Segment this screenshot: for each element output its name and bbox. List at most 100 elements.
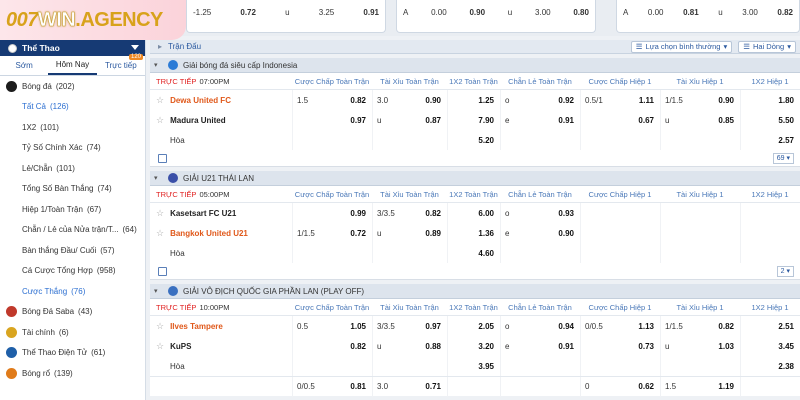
sidebar-item[interactable]: Bóng đá (202) bbox=[0, 76, 145, 97]
odds-cell[interactable]: 0 0.62 bbox=[580, 376, 660, 397]
odds-cell[interactable]: 1/1.5 0.82 bbox=[660, 316, 740, 336]
odds-value[interactable]: 0.93 bbox=[558, 209, 574, 218]
odds-cell[interactable]: 3.0 0.90 bbox=[372, 90, 447, 110]
odds-value[interactable]: 3.95 bbox=[452, 362, 494, 371]
odds-value[interactable]: 0.82 bbox=[425, 209, 441, 218]
odds-value[interactable]: 0.91 bbox=[558, 342, 574, 351]
odds-value[interactable]: 0.89 bbox=[425, 229, 441, 238]
odds-value[interactable]: 2.57 bbox=[745, 136, 794, 145]
favorite-star-icon[interactable]: ☆ bbox=[156, 341, 164, 352]
odds-value[interactable]: 0.88 bbox=[425, 342, 441, 351]
odds-value[interactable]: 0.67 bbox=[638, 116, 654, 125]
odds-cell[interactable]: 6.00 bbox=[447, 203, 500, 223]
sidebar-item[interactable]: Thể Thao Điện Tử (61) bbox=[0, 343, 145, 364]
odds-cell[interactable]: 2.51 bbox=[740, 316, 800, 336]
odds-cell[interactable]: u 0.87 bbox=[372, 110, 447, 130]
favorite-star-icon[interactable]: ☆ bbox=[156, 208, 164, 219]
odds-value[interactable]: 0.91 bbox=[558, 116, 574, 125]
odds-value[interactable]: 0.72 bbox=[240, 8, 256, 17]
odds-cell[interactable]: 0.5/1 1.11 bbox=[580, 90, 660, 110]
odds-value[interactable]: 7.90 bbox=[452, 116, 494, 125]
odds-cell[interactable]: 3.0 0.71 bbox=[372, 376, 447, 397]
odds-value[interactable]: 0.92 bbox=[558, 96, 574, 105]
odds-value[interactable]: 0.82 bbox=[718, 322, 734, 331]
odds-cell[interactable]: o 0.93 bbox=[500, 203, 580, 223]
tab-early[interactable]: Sớm bbox=[0, 56, 48, 75]
odds-value[interactable]: 4.60 bbox=[452, 249, 494, 258]
league-header[interactable]: ▾ GIẢI U21 THÁI LAN bbox=[150, 171, 800, 186]
odds-value[interactable]: 0.71 bbox=[425, 382, 441, 391]
tab-today[interactable]: Hôm Nay bbox=[48, 56, 97, 75]
odds-cell[interactable]: e 0.91 bbox=[500, 336, 580, 356]
collapse-icon[interactable] bbox=[131, 45, 139, 50]
odds-value[interactable]: 0.90 bbox=[469, 8, 485, 17]
odds-cell[interactable]: 0.99 bbox=[292, 203, 372, 223]
odds-cell[interactable]: 3.45 bbox=[740, 336, 800, 356]
favorite-star-icon[interactable]: ☆ bbox=[156, 228, 164, 239]
odds-value[interactable]: 0.90 bbox=[718, 96, 734, 105]
odds-value[interactable]: 0.90 bbox=[558, 229, 574, 238]
sidebar-item[interactable]: Bóng rổ (139) bbox=[0, 363, 145, 384]
odds-cell[interactable]: 3.20 bbox=[447, 336, 500, 356]
odds-cell[interactable]: 1/1.5 0.72 bbox=[292, 223, 372, 243]
favorite-star-icon[interactable]: ☆ bbox=[156, 95, 164, 106]
stats-icon[interactable] bbox=[158, 266, 167, 276]
odds-value[interactable]: 2.05 bbox=[452, 322, 494, 331]
odds-value[interactable]: 0.82 bbox=[350, 342, 366, 351]
top-odds-card-2[interactable]: A 0.00 0.90 u 3.00 0.80 bbox=[396, 0, 596, 33]
odds-value[interactable]: 0.99 bbox=[350, 209, 366, 218]
sort-select[interactable]: ☰ Lựa chọn bình thường ▾ bbox=[630, 40, 733, 53]
odds-cell[interactable]: 1.5 1.19 bbox=[660, 376, 740, 397]
odds-value[interactable]: 1.25 bbox=[452, 96, 494, 105]
odds-cell[interactable]: 1.5 0.82 bbox=[292, 90, 372, 110]
odds-value[interactable]: 0.94 bbox=[558, 322, 574, 331]
odds-cell[interactable]: 2.05 bbox=[447, 316, 500, 336]
sidebar-item[interactable]: Tài chính (6) bbox=[0, 322, 145, 343]
sidebar-item[interactable]: Bàn thắng Đầu/ Cuối (57) bbox=[0, 240, 145, 261]
odds-value[interactable]: 0.97 bbox=[350, 116, 366, 125]
odds-cell[interactable]: 3/3.5 0.82 bbox=[372, 203, 447, 223]
odds-cell[interactable]: 1.25 bbox=[447, 90, 500, 110]
odds-value[interactable]: 0.73 bbox=[638, 342, 654, 351]
odds-cell[interactable]: o 0.94 bbox=[500, 316, 580, 336]
odds-cell[interactable]: 2.57 bbox=[740, 130, 800, 150]
top-odds-card-1[interactable]: -1.25 0.72 u 3.25 0.91 bbox=[186, 0, 386, 33]
odds-cell[interactable] bbox=[740, 243, 800, 263]
favorite-star-icon[interactable]: ☆ bbox=[156, 115, 164, 126]
odds-value[interactable]: 0.91 bbox=[363, 8, 379, 17]
odds-value[interactable]: 3.45 bbox=[745, 342, 794, 351]
league-header[interactable]: ▾ GIẢI VÔ ĐỊCH QUỐC GIA PHẦN LAN (PLAY OF… bbox=[150, 284, 800, 299]
odds-value[interactable]: 0.85 bbox=[718, 116, 734, 125]
odds-value[interactable]: 0.82 bbox=[350, 96, 366, 105]
odds-value[interactable]: 2.38 bbox=[745, 362, 794, 371]
more-markets-button[interactable]: 2 ▾ bbox=[776, 265, 794, 277]
odds-value[interactable]: 2.51 bbox=[745, 322, 794, 331]
odds-value[interactable]: 6.00 bbox=[452, 209, 494, 218]
odds-cell[interactable]: o 0.92 bbox=[500, 90, 580, 110]
odds-value[interactable]: 5.20 bbox=[452, 136, 494, 145]
odds-value[interactable]: 3.20 bbox=[452, 342, 494, 351]
odds-value[interactable]: 1.11 bbox=[639, 96, 654, 105]
more-markets-button[interactable]: 69 ▾ bbox=[772, 152, 794, 164]
sidebar-item[interactable]: Hiệp 1/Toàn Trận (67) bbox=[0, 199, 145, 220]
odds-value[interactable]: 1.19 bbox=[718, 382, 734, 391]
sidebar-item[interactable]: Chẵn / Lẻ của Nửa trận/T... (64) bbox=[0, 220, 145, 241]
odds-cell[interactable]: e 0.90 bbox=[500, 223, 580, 243]
odds-value[interactable]: 0.72 bbox=[350, 229, 366, 238]
odds-value[interactable]: 0.82 bbox=[777, 8, 793, 17]
odds-value[interactable]: 1.03 bbox=[718, 342, 734, 351]
odds-cell[interactable]: 3/3.5 0.97 bbox=[372, 316, 447, 336]
sidebar-item[interactable]: Cá Cược Tổng Hợp (958) bbox=[0, 261, 145, 282]
odds-cell[interactable]: 1.80 bbox=[740, 90, 800, 110]
tab-live[interactable]: Trực tiếp 120 bbox=[97, 54, 145, 75]
odds-value[interactable]: 5.50 bbox=[745, 116, 794, 125]
odds-cell[interactable]: 7.90 bbox=[447, 110, 500, 130]
odds-value[interactable]: 0.81 bbox=[683, 8, 699, 17]
sidebar-item[interactable]: Tất Cả (126) bbox=[0, 97, 145, 118]
odds-cell[interactable]: 0/0.5 0.81 bbox=[292, 376, 372, 397]
view-select[interactable]: ☰ Hai Dòng ▾ bbox=[738, 40, 796, 53]
odds-cell[interactable]: 3.95 bbox=[447, 356, 500, 376]
odds-cell[interactable]: 5.20 bbox=[447, 130, 500, 150]
chevron-down-icon[interactable]: ▾ bbox=[154, 287, 162, 295]
odds-value[interactable]: 1.13 bbox=[638, 322, 654, 331]
